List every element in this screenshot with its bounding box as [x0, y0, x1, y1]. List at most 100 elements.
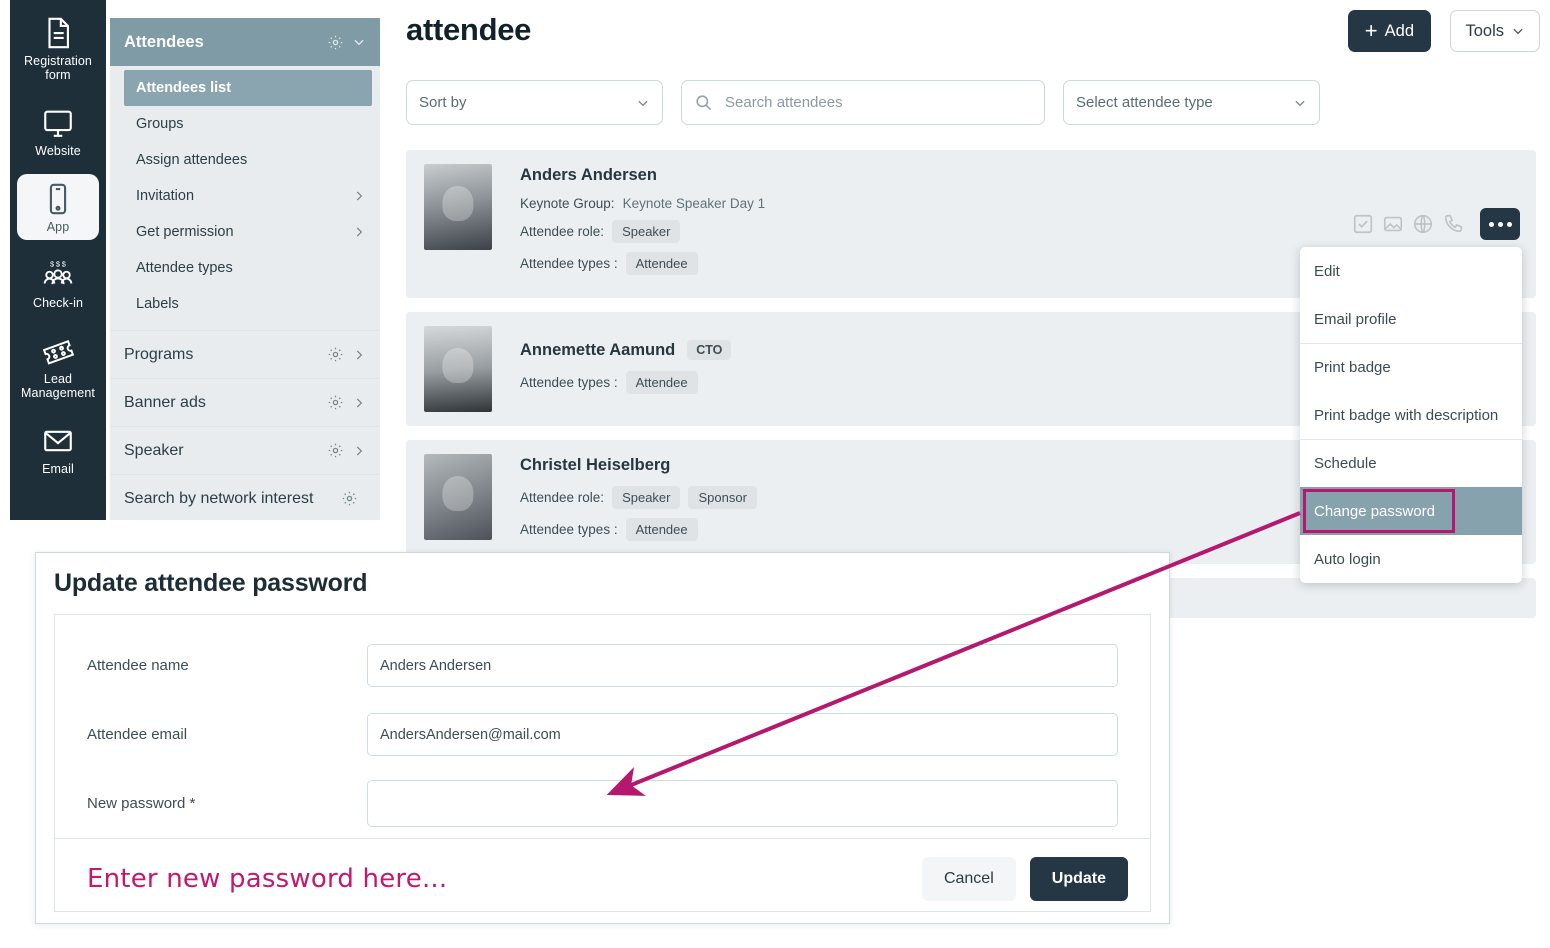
- menu-item-change-password[interactable]: Change password: [1300, 487, 1522, 535]
- attendee-name: Christel Heiselberg: [520, 456, 757, 475]
- rail-item-app[interactable]: App: [17, 174, 99, 240]
- rail-label: Registration form: [24, 54, 92, 82]
- search-input[interactable]: Search attendees: [681, 80, 1045, 125]
- sidebar-item-banner-ads[interactable]: Banner ads: [110, 378, 380, 426]
- card-action-bar: [1352, 208, 1520, 240]
- gear-icon[interactable]: [327, 34, 344, 51]
- attendee-types-line: Attendee types : Attendee: [520, 518, 757, 541]
- types-label: Attendee types :: [520, 256, 618, 271]
- chevron-down-icon: [1513, 28, 1523, 35]
- attendee-type-select[interactable]: Select attendee type: [1063, 80, 1320, 125]
- more-actions-button[interactable]: [1480, 208, 1520, 240]
- gear-icon[interactable]: [327, 394, 344, 411]
- modal-footer: Enter new password here... Cancel Update: [55, 838, 1150, 918]
- cancel-button[interactable]: Cancel: [921, 856, 1016, 901]
- update-button-label: Update: [1051, 869, 1106, 887]
- dot: [1488, 221, 1494, 227]
- menu-item-label: Schedule: [1314, 455, 1377, 472]
- nav-sub-label: Labels: [136, 296, 179, 312]
- rail-item-check-in[interactable]: $ $ $ Check-in: [17, 250, 99, 316]
- globe-icon[interactable]: [1412, 213, 1434, 235]
- chevron-down-icon[interactable]: [352, 35, 366, 49]
- tools-button[interactable]: Tools: [1450, 10, 1540, 52]
- rail-label: App: [46, 220, 70, 234]
- menu-item-print-badge-with-description[interactable]: Print badge with description: [1300, 391, 1522, 439]
- context-menu: Edit Email profile Print badge Print bad…: [1300, 247, 1522, 583]
- people-money-icon: $ $ $: [43, 261, 73, 285]
- gear-icon[interactable]: [327, 442, 344, 459]
- checkbox-icon[interactable]: [1352, 213, 1374, 235]
- attendee-name-field[interactable]: Anders Andersen: [367, 644, 1118, 687]
- nav-group-label: Programs: [124, 345, 194, 363]
- sidebar-item-groups[interactable]: Groups: [110, 106, 380, 142]
- sidebar-item-attendees-list[interactable]: Attendees list: [124, 70, 372, 106]
- rail-item-lead-management[interactable]: Lead Management: [17, 326, 99, 406]
- sort-by-select[interactable]: Sort by: [406, 80, 663, 125]
- field-value: AndersAndersen@mail.com: [380, 726, 561, 743]
- attendee-name-text: Annemette Aamund: [520, 340, 676, 359]
- menu-item-print-badge[interactable]: Print badge: [1300, 343, 1522, 391]
- group-value: Keynote Speaker Day 1: [622, 196, 766, 211]
- sidebar-item-get-permission[interactable]: Get permission: [110, 214, 380, 250]
- rail-item-registration-form[interactable]: Registration form: [17, 8, 99, 88]
- types-label: Attendee types :: [520, 375, 618, 390]
- annotation-hint-text: Enter new password here...: [87, 863, 448, 894]
- filter-bar: Sort by Search attendees Select attendee…: [406, 80, 1320, 125]
- attendee-name: Annemette Aamund CTO: [520, 340, 732, 360]
- menu-item-label: Change password: [1314, 502, 1435, 520]
- image-icon[interactable]: [1382, 213, 1404, 235]
- chevron-right-icon: [356, 446, 363, 455]
- app-root: Registration form Website App $ $ $ Chec…: [0, 0, 1550, 948]
- avatar: [424, 326, 492, 412]
- rail-label: Lead Management: [21, 372, 95, 400]
- sidebar-item-invitation[interactable]: Invitation: [110, 178, 380, 214]
- menu-item-edit[interactable]: Edit: [1300, 247, 1522, 295]
- menu-item-schedule[interactable]: Schedule: [1300, 439, 1522, 487]
- menu-item-label: Print badge with description: [1314, 406, 1499, 424]
- new-password-field[interactable]: [367, 780, 1118, 827]
- attendee-name: Anders Andersen: [520, 166, 765, 185]
- attendee-name-text: Christel Heiselberg: [520, 456, 671, 474]
- attendee-email-field[interactable]: AndersAndersen@mail.com: [367, 713, 1118, 756]
- chevron-down-icon: [638, 100, 648, 106]
- svg-text:$ $ $: $ $ $: [50, 261, 66, 269]
- role-label: Attendee role:: [520, 224, 605, 239]
- phone-icon[interactable]: [1442, 213, 1464, 235]
- chevron-right-icon: [356, 350, 363, 359]
- type-badge: Attendee: [625, 518, 698, 541]
- nav-header-attendees[interactable]: Attendees: [110, 18, 380, 66]
- sidebar-item-programs[interactable]: Programs: [110, 330, 380, 378]
- chevron-right-icon: [356, 398, 363, 407]
- search-placeholder: Search attendees: [725, 94, 843, 111]
- form-row-new-password: New password *: [55, 769, 1150, 838]
- nav-group-label: Speaker: [124, 441, 184, 459]
- update-button[interactable]: Update: [1029, 856, 1128, 901]
- sidebar-item-attendee-types[interactable]: Attendee types: [110, 250, 380, 286]
- plus-icon: +: [1364, 18, 1378, 43]
- rail-label: Website: [35, 144, 81, 158]
- secondary-nav-panel: Attendees Attendees list Groups Assign a…: [110, 18, 380, 520]
- modal-form-panel: Attendee name Anders Andersen Attendee e…: [54, 614, 1151, 912]
- field-value: Anders Andersen: [380, 657, 492, 674]
- nav-sub-label: Invitation: [136, 188, 195, 204]
- field-label: Attendee email: [87, 726, 188, 743]
- attendee-type-label: Select attendee type: [1076, 94, 1213, 111]
- rail-item-website[interactable]: Website: [17, 98, 99, 164]
- attendee-role-line: Attendee role: Speaker: [520, 220, 765, 243]
- field-label: New password *: [87, 795, 196, 812]
- rail-item-email[interactable]: Email: [17, 416, 99, 482]
- nav-header-label: Attendees: [124, 32, 204, 51]
- sidebar-item-labels[interactable]: Labels: [110, 286, 380, 322]
- role-badge: Sponsor: [688, 486, 757, 509]
- add-button[interactable]: + Add: [1347, 10, 1431, 52]
- gear-icon[interactable]: [327, 346, 344, 363]
- sidebar-item-speaker[interactable]: Speaker: [110, 426, 380, 474]
- menu-item-email-profile[interactable]: Email profile: [1300, 295, 1522, 343]
- nav-sub-label: Attendee types: [136, 260, 233, 276]
- form-row-attendee-name: Attendee name Anders Andersen: [55, 631, 1150, 700]
- sidebar-item-search-by-network-interest[interactable]: Search by network interest: [110, 474, 380, 520]
- gear-icon[interactable]: [341, 490, 358, 507]
- role-label: Attendee role:: [520, 490, 605, 505]
- sidebar-item-assign-attendees[interactable]: Assign attendees: [110, 142, 380, 178]
- menu-item-auto-login[interactable]: Auto login: [1300, 535, 1522, 583]
